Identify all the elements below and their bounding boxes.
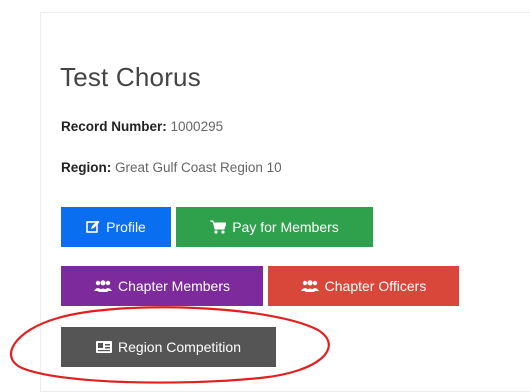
chapter-members-button[interactable]: Chapter Members: [61, 266, 263, 306]
record-number-row: Record Number: 1000295: [61, 119, 223, 134]
profile-button-label: Profile: [106, 219, 146, 235]
profile-button[interactable]: Profile: [61, 207, 171, 247]
edit-icon: [86, 220, 100, 234]
chapter-name: Test Chorus: [60, 62, 201, 92]
chapter-members-label: Chapter Members: [117, 278, 231, 294]
region-row: Region: Great Gulf Coast Region 10: [61, 160, 282, 175]
chapter-officers-label: Chapter Officers: [324, 278, 427, 294]
record-number-label: Record Number:: [61, 119, 167, 134]
region-competition-label: Region Competition: [118, 339, 241, 355]
cart-icon: [210, 220, 227, 234]
users-icon: [93, 280, 112, 292]
chapter-officers-button[interactable]: Chapter Officers: [268, 266, 459, 306]
region-competition-button[interactable]: Region Competition: [61, 327, 276, 367]
id-card-icon: [96, 341, 113, 353]
region-label: Region:: [61, 160, 112, 175]
pay-for-members-label: Pay for Members: [232, 219, 339, 235]
users-icon: [300, 280, 319, 292]
pay-for-members-button[interactable]: Pay for Members: [176, 207, 373, 247]
record-number-value: 1000295: [170, 119, 224, 134]
region-value: Great Gulf Coast Region 10: [115, 160, 282, 175]
